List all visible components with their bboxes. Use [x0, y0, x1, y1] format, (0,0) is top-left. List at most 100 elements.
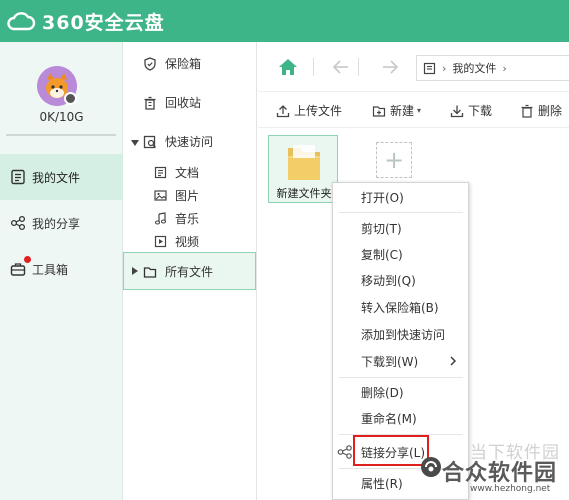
- upload-icon: [276, 104, 290, 117]
- menu-item-download-to[interactable]: 下载到(W): [333, 348, 468, 374]
- tree-item-documents[interactable]: 文档: [153, 164, 199, 181]
- document-icon: [153, 166, 167, 180]
- menu-item-move-to[interactable]: 移动到(Q): [333, 267, 468, 293]
- sidebar-item-label: 我的分享: [32, 216, 81, 231]
- expand-right-icon[interactable]: [131, 267, 139, 275]
- tree-item-label: 文档: [175, 166, 200, 180]
- menu-item-copy[interactable]: 复制(C): [333, 241, 468, 267]
- highlight-annotation: [353, 435, 429, 466]
- tree-item-label: 视频: [175, 235, 200, 249]
- divider: [358, 58, 359, 76]
- menu-divider: [339, 212, 463, 213]
- menu-item-open[interactable]: 打开(O): [333, 184, 468, 210]
- folder-tree: 保险箱 回收站 快速访问 文档 图片 音乐 视频 所有文件: [123, 42, 257, 500]
- tree-item-quick-access[interactable]: 快速访问: [143, 133, 213, 150]
- image-icon: [153, 189, 167, 203]
- watermark-brand: 合众软件园: [442, 461, 558, 486]
- upload-label: 上传文件: [294, 104, 343, 118]
- expand-down-icon[interactable]: [131, 139, 139, 147]
- forward-arrow-icon[interactable]: [381, 58, 399, 76]
- sidebar-item-label: 我的文件: [32, 170, 81, 185]
- sidebar-item-my-files[interactable]: 我的文件: [0, 154, 123, 200]
- download-button[interactable]: 下载: [450, 102, 492, 119]
- download-icon: [450, 105, 464, 117]
- menu-item-label: 转入保险箱(B): [361, 300, 439, 315]
- divider: [313, 58, 314, 76]
- menu-item-add-quick-access[interactable]: 添加到快速访问: [333, 321, 468, 347]
- menu-item-cut[interactable]: 剪切(T): [333, 215, 468, 241]
- menu-item-rename[interactable]: 重命名(M): [333, 405, 468, 431]
- menu-item-label: 复制(C): [361, 247, 403, 262]
- watermark-url: www.hezhong.net: [470, 484, 551, 494]
- cloud-logo-icon: [7, 12, 36, 31]
- video-icon: [153, 235, 167, 249]
- tree-item-label: 音乐: [175, 212, 200, 226]
- vip-badge-icon: [64, 92, 77, 105]
- submenu-arrow-icon: [450, 356, 456, 366]
- home-icon[interactable]: [278, 58, 298, 76]
- tree-item-label: 图片: [175, 189, 200, 203]
- delete-button[interactable]: 删除: [520, 102, 562, 119]
- file-item-folder[interactable]: 新建文件夹: [268, 135, 338, 203]
- delete-label: 删除: [538, 104, 563, 118]
- new-folder-icon: [372, 105, 386, 117]
- tree-item-label: 所有文件: [165, 265, 214, 279]
- tree-item-recycle-bin[interactable]: 回收站: [143, 94, 201, 111]
- menu-item-label: 下载到(W): [361, 354, 419, 369]
- file-name: 新建文件夹: [276, 187, 332, 200]
- left-sidebar: 0K/10G 我的文件 我的分享 工具箱: [0, 42, 123, 500]
- tree-item-label: 保险箱: [165, 57, 202, 71]
- sidebar-item-my-shares[interactable]: 我的分享: [0, 200, 123, 246]
- new-button[interactable]: 新建 ▾: [372, 102, 421, 119]
- file-list-icon: [10, 169, 26, 185]
- document-icon: [423, 62, 436, 74]
- menu-item-label: 删除(D): [361, 385, 404, 400]
- menu-divider: [339, 377, 463, 378]
- sidebar-item-toolbox[interactable]: 工具箱: [0, 246, 123, 292]
- title-bar: 360安全云盘: [0, 0, 569, 42]
- menu-item-delete[interactable]: 删除(D): [333, 379, 468, 405]
- tree-item-music[interactable]: 音乐: [153, 210, 199, 227]
- plus-icon: +: [383, 146, 405, 174]
- menu-item-label: 重命名(M): [361, 411, 417, 426]
- tree-item-label: 回收站: [165, 96, 202, 110]
- menu-item-label: 移动到(Q): [361, 273, 416, 288]
- notification-badge: [24, 256, 31, 263]
- dropdown-icon: ▾: [417, 106, 422, 115]
- tree-item-videos[interactable]: 视频: [153, 233, 199, 250]
- breadcrumb-item[interactable]: 我的文件: [452, 60, 496, 76]
- trash-icon: [143, 96, 157, 110]
- tree-item-label: 快速访问: [165, 135, 214, 149]
- share-icon: [337, 445, 352, 459]
- menu-item-move-to-safe[interactable]: 转入保险箱(B): [333, 294, 468, 320]
- share-icon: [10, 215, 26, 231]
- menu-item-label: 打开(O): [361, 190, 404, 205]
- path-bar: › 我的文件 ›: [258, 42, 569, 92]
- menu-item-label: 剪切(T): [361, 221, 402, 236]
- storage-quota: 0K/10G: [39, 110, 84, 124]
- new-label: 新建: [390, 104, 415, 118]
- back-arrow-icon[interactable]: [332, 58, 350, 76]
- menu-item-label: 属性(R): [361, 476, 403, 491]
- shield-icon: [143, 56, 157, 71]
- sidebar-item-label: 工具箱: [32, 262, 69, 277]
- tree-item-all-files[interactable]: 所有文件: [143, 263, 213, 280]
- menu-item-label: 添加到快速访问: [361, 327, 446, 342]
- toolbox-icon: [10, 261, 26, 277]
- folder-icon: [288, 145, 320, 180]
- tree-item-pictures[interactable]: 图片: [153, 187, 199, 204]
- watermark-logo-icon: [421, 457, 441, 477]
- breadcrumb[interactable]: › 我的文件 ›: [416, 55, 569, 81]
- trash-icon: [521, 104, 533, 118]
- quick-access-icon: [143, 135, 157, 149]
- upload-button[interactable]: 上传文件: [276, 102, 342, 119]
- storage-quota-bar: [6, 134, 116, 136]
- add-new-tile[interactable]: +: [376, 142, 412, 178]
- download-label: 下载: [468, 104, 493, 118]
- tree-item-safe-box[interactable]: 保险箱: [143, 55, 201, 72]
- breadcrumb-chevron-icon: ›: [502, 61, 507, 75]
- app-title: 360安全云盘: [42, 11, 165, 34]
- music-note-icon: [153, 212, 167, 226]
- folder-outline-icon: [143, 265, 157, 279]
- toolbar: 上传文件 新建 ▾ 下载 删除: [258, 92, 569, 128]
